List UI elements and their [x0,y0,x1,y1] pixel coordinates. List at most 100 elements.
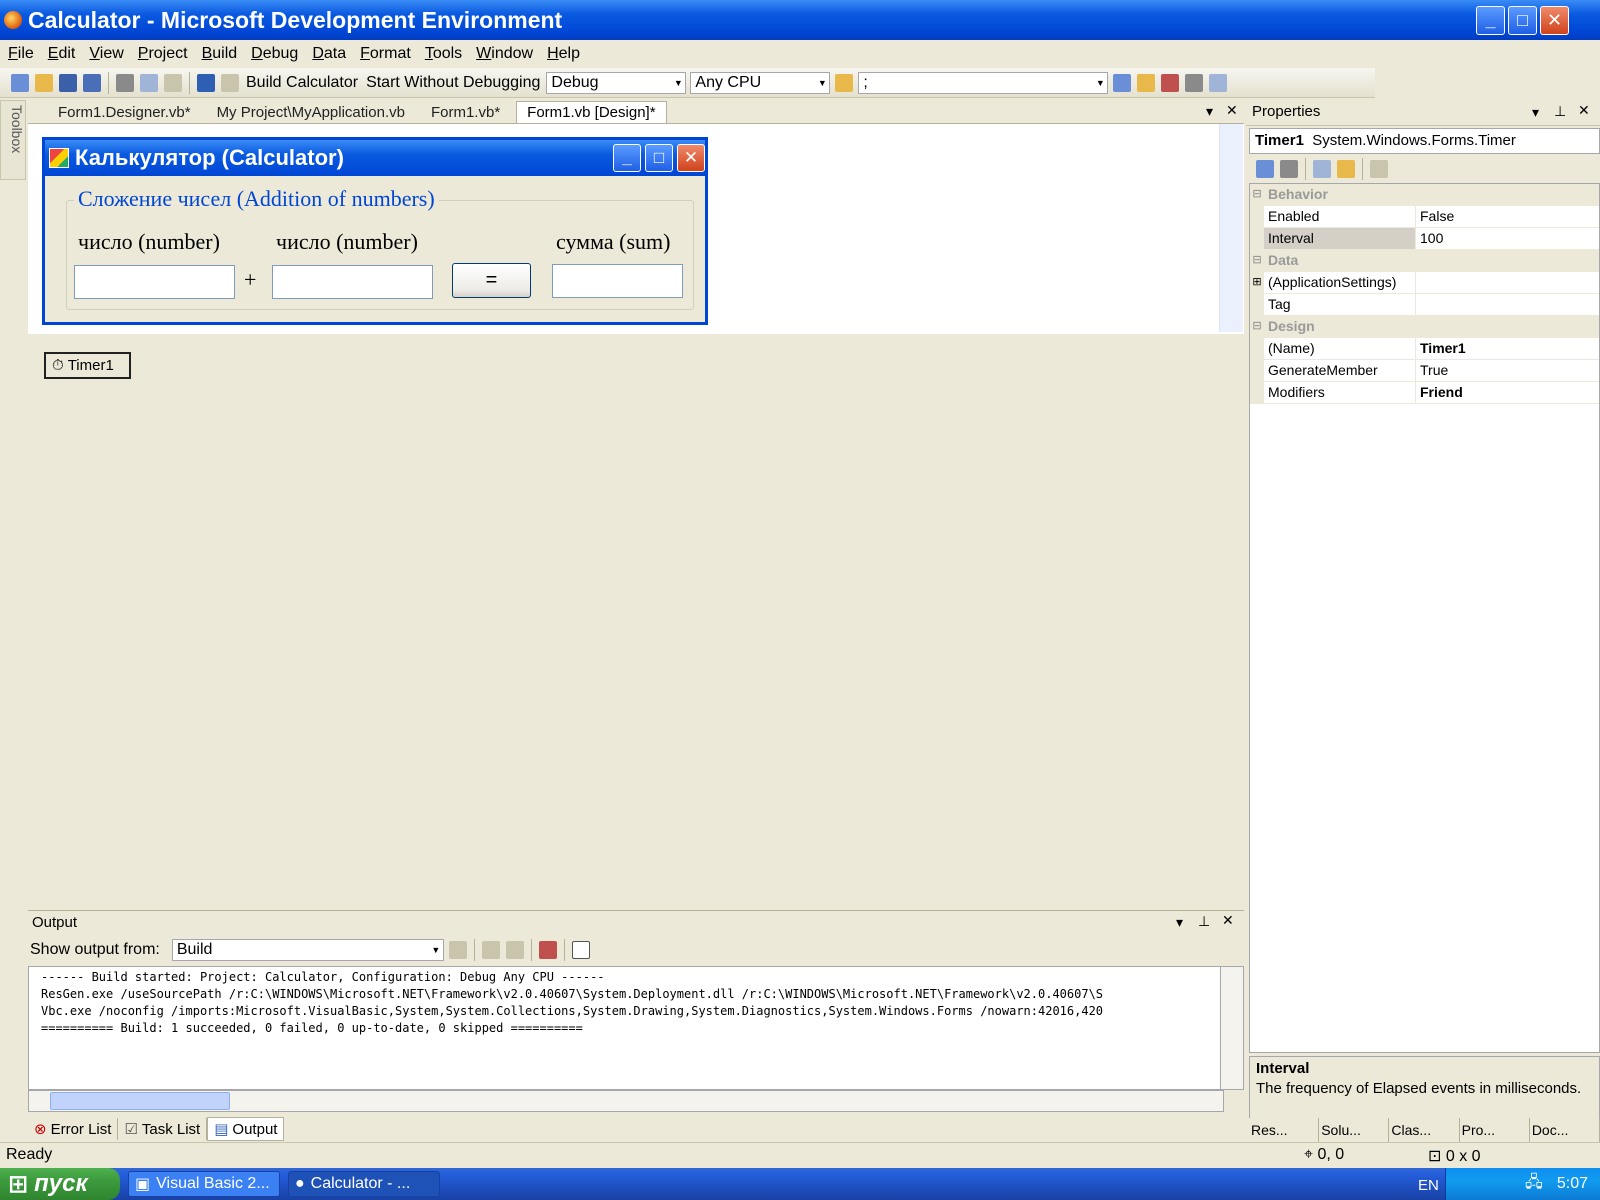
minimize-button[interactable]: _ [1476,6,1505,35]
cut-icon[interactable] [116,73,134,92]
copy-icon[interactable] [140,73,158,92]
menu-help[interactable]: Help [547,45,580,63]
menu-tools[interactable]: Tools [425,45,462,63]
collapse-icon[interactable]: ⊟ [1250,184,1264,206]
output-pin-icon[interactable]: ⊥ [1198,913,1210,930]
close-document-icon[interactable]: ✕ [1226,102,1238,119]
tab-dropdown-icon[interactable]: ▾ [1206,103,1213,120]
toolbox-icon[interactable] [1185,73,1204,92]
property-pages-icon[interactable] [1370,160,1388,178]
toolbox-tab[interactable]: Toolbox [0,100,26,180]
undo-icon[interactable] [197,73,215,92]
close-button[interactable]: ✕ [1540,6,1569,35]
tab-myapplication[interactable]: My Project\MyApplication.vb [207,102,415,123]
property-value[interactable]: False [1416,206,1599,228]
find-combo[interactable]: ; ▼ [858,71,1109,94]
property-row[interactable]: Interval 100 [1250,228,1599,250]
taskbar-item-calculator[interactable]: ● Calculator - ... [288,1171,440,1197]
properties-object-selector[interactable]: Timer1 System.Windows.Forms.Timer [1249,128,1600,154]
properties-tab[interactable]: Doc... [1530,1118,1600,1144]
timer1-component[interactable]: ⏱ Timer1 [44,352,131,379]
plus-label[interactable]: + [244,267,256,293]
sum-label[interactable]: сумма (sum) [556,229,670,255]
configuration-dropdown[interactable]: Debug ▼ [546,71,687,94]
tab-error-list[interactable]: ⊗ Error List [28,1118,119,1140]
paste-icon[interactable] [164,73,182,92]
go-to-line-icon[interactable] [448,941,467,959]
menu-project[interactable]: Project [138,45,188,63]
menu-window[interactable]: Window [476,45,533,63]
property-category[interactable]: ⊟ Data [1250,250,1599,272]
menu-build[interactable]: Build [202,45,238,63]
find-in-files-icon[interactable] [835,73,854,92]
pin-icon[interactable]: ⊥ [1554,103,1566,120]
platform-dropdown[interactable]: Any CPU ▼ [690,71,831,94]
form-minimize-button[interactable]: _ [613,144,641,172]
window-titlebar[interactable]: Calculator - Microsoft Development Envir… [0,0,1600,40]
properties-window-icon[interactable] [1137,73,1156,92]
tab-form1-code[interactable]: Form1.vb* [421,102,510,123]
tab-form1-design[interactable]: Form1.vb [Design]* [516,101,667,123]
object-browser-icon[interactable] [1161,73,1180,92]
language-indicator[interactable]: EN [1418,1177,1439,1194]
collapse-icon[interactable]: ⊟ [1250,316,1264,338]
previous-message-icon[interactable] [481,941,500,959]
close-output-icon[interactable]: ✕ [1222,912,1234,929]
alphabetical-icon[interactable] [1280,160,1298,178]
collapse-icon[interactable]: ⊟ [1250,250,1264,272]
next-message-icon[interactable] [505,941,524,959]
build-button[interactable]: Build Calculator [246,74,358,92]
property-row[interactable]: GenerateMember True [1250,360,1599,382]
properties-tab[interactable]: Res... [1249,1118,1320,1144]
open-file-icon[interactable] [35,73,53,92]
output-dropdown-icon[interactable]: ▾ [1176,914,1183,931]
property-value[interactable] [1416,294,1599,316]
property-row[interactable]: (Name) Timer1 [1250,338,1599,360]
taskbar-item-visual-basic[interactable]: ▣ Visual Basic 2... [128,1171,280,1197]
properties-tab[interactable]: Pro... [1460,1118,1530,1144]
output-text[interactable]: ------ Build started: Project: Calculato… [28,966,1224,1090]
equals-button[interactable]: = [452,263,531,298]
tab-output[interactable]: ▤ Output [207,1117,285,1141]
other-windows-icon[interactable] [1209,73,1228,92]
output-vertical-scrollbar[interactable] [1220,966,1244,1090]
property-row[interactable]: ⊞ (ApplicationSettings) [1250,272,1599,294]
menu-file[interactable]: File [8,45,34,63]
output-source-dropdown[interactable]: Build ▼ [171,939,444,961]
number1-textbox[interactable] [74,265,235,299]
categorized-icon[interactable] [1256,160,1274,178]
word-wrap-icon[interactable] [571,941,590,959]
start-without-debugging-button[interactable]: Start Without Debugging [366,74,540,92]
clock[interactable]: 5:07 [1557,1175,1588,1193]
tab-form1-designer[interactable]: Form1.Designer.vb* [48,102,201,123]
form-close-button[interactable]: ✕ [677,144,705,172]
sum-textbox[interactable] [552,264,683,298]
save-all-icon[interactable] [83,73,101,92]
property-value[interactable]: Timer1 [1416,338,1599,360]
new-project-icon[interactable] [11,73,29,92]
expand-icon[interactable]: ⊞ [1250,272,1264,294]
property-row[interactable]: Tag [1250,294,1599,316]
menu-view[interactable]: View [89,45,123,63]
tray-icons[interactable]: 🖧 [1525,1171,1543,1198]
property-row[interactable]: Modifiers Friend [1250,382,1599,404]
property-value[interactable]: 100 [1416,228,1599,250]
form-maximize-button[interactable]: □ [645,144,673,172]
maximize-button[interactable]: □ [1508,6,1537,35]
menu-debug[interactable]: Debug [251,45,298,63]
start-button[interactable]: ⊞ пуск [0,1168,120,1200]
designer-vertical-scrollbar[interactable] [1219,124,1243,332]
properties-tab[interactable]: Solu... [1319,1118,1390,1144]
output-scroll-thumb[interactable] [50,1092,230,1110]
menu-edit[interactable]: Edit [48,45,76,63]
number1-label[interactable]: число (number) [78,229,220,255]
solution-explorer-icon[interactable] [1113,73,1132,92]
property-value[interactable] [1416,272,1599,294]
property-category[interactable]: ⊟ Design [1250,316,1599,338]
properties-tab[interactable]: Clas... [1389,1118,1460,1144]
events-icon[interactable] [1337,160,1355,178]
property-value[interactable]: True [1416,360,1599,382]
tab-task-list[interactable]: ☑ Task List [118,1118,208,1140]
number2-textbox[interactable] [272,265,433,299]
property-row[interactable]: Enabled False [1250,206,1599,228]
